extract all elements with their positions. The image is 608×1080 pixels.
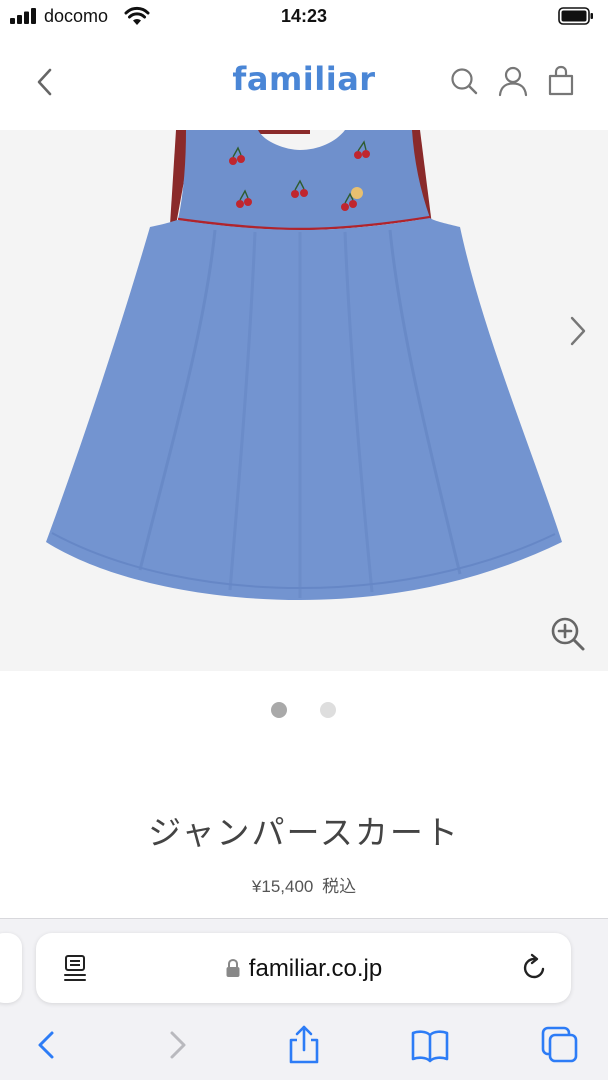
- share-icon[interactable]: [282, 1023, 326, 1067]
- url-display: familiar.co.jp: [36, 955, 571, 983]
- cellular-signal-icon: [10, 8, 36, 24]
- price: ¥15,400: [251, 877, 314, 896]
- pager-dot[interactable]: [320, 702, 336, 718]
- lock-icon: [226, 958, 240, 977]
- product-image[interactable]: [0, 130, 608, 671]
- browser-forward-icon[interactable]: [156, 1023, 200, 1067]
- back-chevron-icon[interactable]: [30, 64, 62, 100]
- browser-bottom-bar: familiar.co.jp: [0, 918, 608, 1080]
- battery-icon: [558, 7, 593, 25]
- pager-dot-active[interactable]: [271, 702, 287, 718]
- cart-icon[interactable]: [545, 64, 577, 98]
- url-text: familiar.co.jp: [248, 955, 383, 982]
- site-header: familiar: [0, 34, 608, 130]
- next-arrow-icon[interactable]: [562, 314, 592, 348]
- status-bar: docomo 14:23: [0, 0, 608, 34]
- zoom-in-icon[interactable]: [548, 614, 588, 654]
- price-row: ¥15,400 税込: [0, 872, 608, 897]
- page-menu-icon[interactable]: [62, 953, 90, 983]
- bookmarks-icon[interactable]: [408, 1023, 452, 1067]
- address-bar[interactable]: familiar.co.jp: [36, 933, 571, 1003]
- browser-back-icon[interactable]: [26, 1023, 70, 1067]
- product-title: ジャンパースカート: [148, 814, 460, 851]
- wifi-icon: [124, 6, 150, 25]
- previous-tab-peek[interactable]: [0, 933, 22, 1003]
- product-gallery[interactable]: [0, 130, 608, 671]
- tabs-icon[interactable]: [538, 1023, 582, 1067]
- account-icon[interactable]: [497, 64, 529, 98]
- reload-icon[interactable]: [519, 953, 549, 983]
- tax-label: 税込: [322, 877, 357, 896]
- gallery-pager: [0, 700, 608, 720]
- carrier-name: docomo: [44, 6, 109, 26]
- search-icon[interactable]: [448, 64, 480, 98]
